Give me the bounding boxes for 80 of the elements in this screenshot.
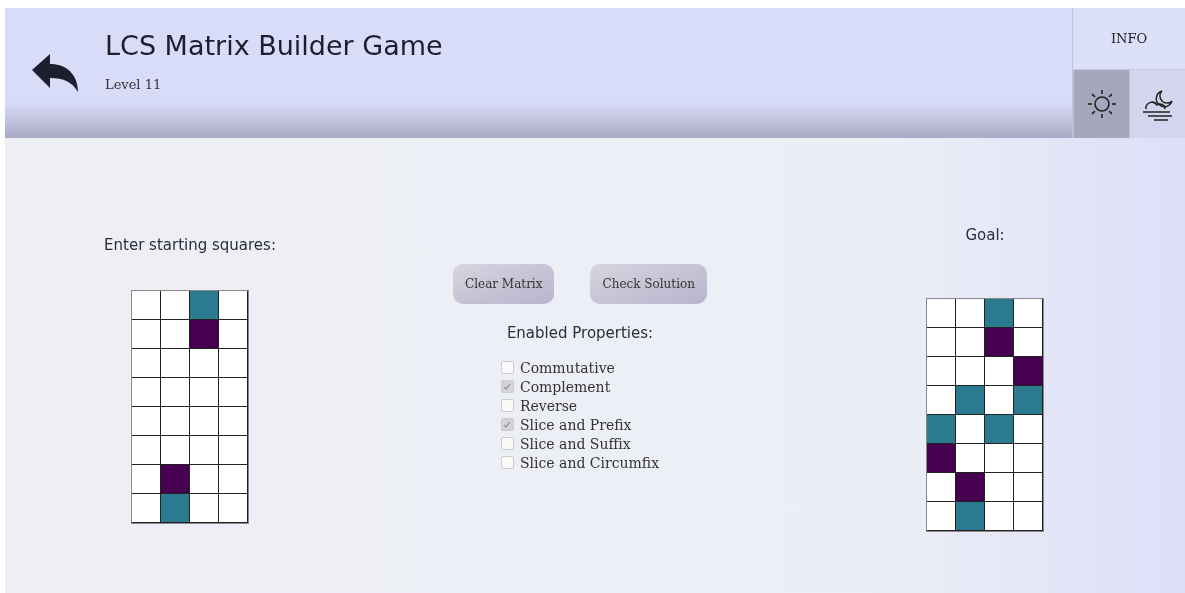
matrix-square[interactable] (190, 378, 219, 407)
check-button[interactable]: Check Solution (590, 264, 707, 304)
checkbox[interactable] (500, 361, 514, 374)
level-label: Level 11 (105, 77, 163, 92)
matrix-square[interactable] (1014, 502, 1043, 531)
matrix-square[interactable] (161, 436, 190, 465)
matrix-square[interactable] (190, 436, 219, 465)
properties-label: Enabled Properties: (506, 324, 654, 342)
matrix-square[interactable] (132, 349, 161, 378)
clear-button[interactable]: Clear Matrix (453, 264, 555, 304)
property-checkbox[interactable]: Slice and Circumfix (500, 453, 660, 472)
matrix-square[interactable] (985, 444, 1014, 473)
matrix-square[interactable] (1014, 328, 1043, 357)
check-icon (503, 420, 512, 429)
matrix-square[interactable] (190, 465, 219, 494)
matrix-square[interactable] (927, 357, 956, 386)
property-label: Slice and Circumfix (519, 454, 660, 471)
theme-button[interactable] (1073, 70, 1129, 138)
property-label: Reverse (519, 397, 578, 414)
matrix-square[interactable] (132, 291, 161, 320)
property-checkbox[interactable]: Complement (500, 377, 611, 396)
matrix-square[interactable] (161, 291, 190, 320)
matrix-square[interactable] (161, 378, 190, 407)
property-label: Complement (519, 378, 611, 395)
matrix-square[interactable] (132, 407, 161, 436)
matrix-square[interactable] (161, 320, 190, 349)
matrix-square[interactable] (956, 415, 985, 444)
matrix-square[interactable] (219, 407, 248, 436)
matrix-square[interactable] (219, 349, 248, 378)
property-checkbox[interactable]: Reverse (500, 396, 578, 415)
matrix-square[interactable] (1014, 299, 1043, 328)
start-label: Enter starting squares: (104, 236, 276, 254)
property-label: Slice and Suffix (519, 435, 631, 452)
matrix-square[interactable] (132, 465, 161, 494)
matrix-square[interactable] (132, 320, 161, 349)
checkbox[interactable] (500, 399, 514, 412)
checkbox[interactable] (500, 437, 514, 450)
matrix-square[interactable] (219, 378, 248, 407)
undo-arrow-icon (30, 52, 80, 94)
checkbox[interactable] (500, 456, 514, 469)
property-checkbox[interactable]: Slice and Suffix (500, 434, 631, 453)
page-title: LCS Matrix Builder Game (105, 30, 444, 61)
property-label: Slice and Prefix (519, 416, 632, 433)
check-icon (503, 382, 512, 391)
matrix-square[interactable] (219, 494, 248, 523)
goal-label: Goal: (965, 226, 1005, 244)
checkbox[interactable] (500, 418, 514, 431)
matrix-square[interactable] (985, 386, 1014, 415)
matrix-square[interactable] (219, 291, 248, 320)
property-label: Commutative (519, 359, 615, 376)
matrix-square[interactable] (132, 494, 161, 523)
matrix-square[interactable] (927, 299, 956, 328)
matrix-square[interactable] (1014, 473, 1043, 502)
matrix-square[interactable] (132, 378, 161, 407)
matrix-square[interactable] (190, 349, 219, 378)
matrix-square[interactable] (956, 357, 985, 386)
matrix-square[interactable] (927, 328, 956, 357)
matrix-square[interactable] (956, 299, 985, 328)
matrix-square[interactable] (219, 465, 248, 494)
matrix-square[interactable] (1014, 444, 1043, 473)
matrix-square[interactable] (985, 357, 1014, 386)
matrix-square[interactable] (985, 502, 1014, 531)
property-checkbox[interactable]: Commutative (500, 358, 615, 377)
matrix-square[interactable] (927, 473, 956, 502)
matrix-square[interactable] (132, 436, 161, 465)
matrix-square[interactable] (985, 473, 1014, 502)
matrix-square[interactable] (219, 320, 248, 349)
matrix-square[interactable] (956, 444, 985, 473)
matrix-square[interactable] (161, 349, 190, 378)
matrix-square[interactable] (956, 328, 985, 357)
property-checkbox[interactable]: Slice and Prefix (500, 415, 632, 434)
matrix-square[interactable] (927, 386, 956, 415)
matrix-square[interactable] (161, 407, 190, 436)
theme-button[interactable] (1129, 70, 1185, 138)
matrix-square[interactable] (1014, 415, 1043, 444)
matrix-square[interactable] (927, 502, 956, 531)
matrix-square[interactable] (190, 407, 219, 436)
checkbox[interactable] (500, 380, 514, 393)
matrix-square[interactable] (219, 436, 248, 465)
matrix-square[interactable] (190, 494, 219, 523)
